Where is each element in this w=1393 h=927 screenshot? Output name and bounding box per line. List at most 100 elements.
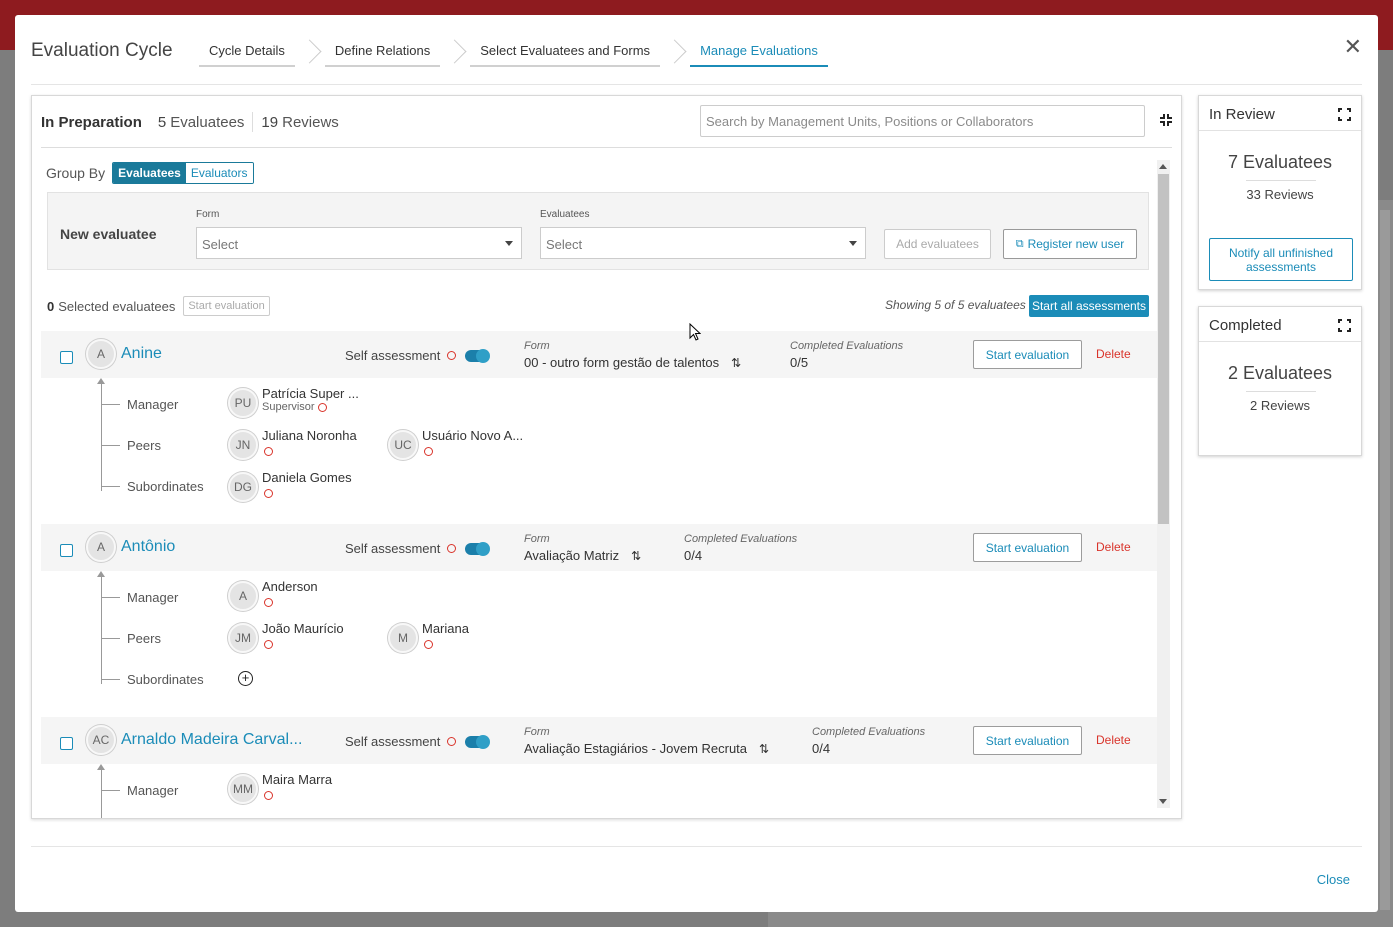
selected-label: Selected evaluatees (58, 298, 176, 314)
register-new-user-button[interactable]: ⧉ Register new user (1003, 229, 1137, 259)
start-evaluation-button[interactable]: Start evaluation (973, 533, 1082, 562)
expand-icon[interactable] (1338, 108, 1351, 121)
relations-tree: Manager Peers Subordinates PU Patrícia S… (41, 378, 1157, 524)
status-pending-icon (264, 598, 273, 607)
mouse-cursor-icon (689, 323, 701, 341)
completed-reviews: 2 Reviews (1250, 398, 1310, 413)
add-circle-icon[interactable]: + (238, 671, 253, 686)
status-pending-icon (424, 447, 433, 456)
swap-icon[interactable]: ⇅ (631, 549, 641, 563)
panel-divider (41, 147, 1172, 148)
status-pending-icon (317, 402, 327, 412)
group-by-label: Group By (46, 165, 106, 181)
completed-label: Completed Evaluations (790, 340, 904, 352)
self-assessment-toggle[interactable] (465, 348, 491, 363)
card-divider (1199, 341, 1361, 342)
relations-tree: Manager Peers Subordinates A Anderson JM… (41, 571, 1157, 717)
start-all-assessments-button[interactable]: Start all assessments (1029, 295, 1149, 317)
start-selected-evaluation-button[interactable]: Start evaluation (183, 296, 270, 316)
search-input[interactable] (700, 105, 1145, 137)
self-assessment-toggle[interactable] (465, 734, 491, 749)
collapse-icon[interactable] (1159, 113, 1173, 127)
step-chevron-icon (660, 39, 690, 67)
form-select-value: Select (202, 237, 239, 252)
scroll-up-icon[interactable] (1159, 164, 1167, 169)
evaluator-name: Juliana Noronha (262, 428, 357, 443)
add-evaluatees-button[interactable]: Add evaluatees (884, 229, 991, 259)
evaluatees-count-label: Evaluatees (170, 113, 245, 131)
step-manage-evaluations[interactable]: Manage Evaluations (690, 40, 828, 67)
evaluatee-name[interactable]: Anine (121, 345, 162, 363)
form-select[interactable]: Select (196, 227, 522, 259)
self-assessment-label: Self assessment (345, 348, 441, 363)
evaluation-cycle-modal: Evaluation Cycle Cycle Details Define Re… (15, 15, 1378, 912)
step-cycle-details[interactable]: Cycle Details (199, 40, 295, 67)
tree-branch (102, 486, 120, 487)
evaluator-name: Anderson (262, 579, 318, 594)
swap-icon[interactable]: ⇅ (759, 742, 769, 756)
step-define-relations[interactable]: Define Relations (324, 40, 441, 67)
scroll-down-icon[interactable] (1159, 799, 1167, 804)
completed-value: 0/5 (790, 355, 809, 370)
in-review-reviews: 33 Reviews (1246, 187, 1314, 202)
status-pending-icon (264, 640, 273, 649)
avatar: A (86, 339, 116, 369)
start-evaluation-button[interactable]: Start evaluation (973, 726, 1082, 755)
tree-branch (102, 597, 120, 598)
relation-label-manager: Manager (127, 590, 179, 605)
start-evaluation-button[interactable]: Start evaluation (973, 340, 1082, 369)
avatar: JN (228, 430, 258, 460)
evaluatee-name[interactable]: Antônio (121, 538, 175, 556)
form-info: Form 00 - outro form gestão de talentos ⇅ (524, 340, 741, 370)
caret-down-icon (849, 241, 857, 246)
external-link-icon: ⧉ (1015, 237, 1024, 250)
self-assessment-toggle[interactable] (465, 541, 491, 556)
evaluatees-field-label: Evaluatees (540, 209, 590, 220)
relation-label-manager: Manager (127, 397, 179, 412)
group-by-evaluators[interactable]: Evaluators (185, 163, 253, 183)
modal-title: Evaluation Cycle (31, 40, 173, 61)
swap-icon[interactable]: ⇅ (731, 356, 741, 370)
evaluatee-header: A Antônio Self assessment Form Avaliação… (41, 524, 1157, 571)
evaluatees-select[interactable]: Select (540, 227, 866, 259)
form-name: 00 - outro form gestão de talentos (524, 355, 720, 370)
scrollbar-thumb[interactable] (1158, 174, 1169, 524)
evaluator-role: Supervisor (262, 401, 327, 413)
delete-button[interactable]: Delete (1096, 540, 1131, 554)
vertical-scrollbar[interactable] (1157, 160, 1170, 808)
caret-down-icon (505, 241, 513, 246)
avatar: AC (86, 725, 116, 755)
evaluatees-scroll-area: Group By Evaluatees Evaluators New evalu… (41, 158, 1157, 818)
summary-divider (252, 112, 254, 132)
evaluatee-name[interactable]: Arnaldo Madeira Carval... (121, 731, 302, 749)
completed-info: Completed Evaluations 0/4 (812, 726, 925, 756)
tree-branch (102, 404, 120, 405)
step-select-evaluatees[interactable]: Select Evaluatees and Forms (470, 40, 661, 67)
notify-unfinished-button[interactable]: Notify all unfinished assessments (1209, 238, 1353, 281)
group-by-evaluatees[interactable]: Evaluatees (113, 163, 186, 183)
delete-button[interactable]: Delete (1096, 733, 1131, 747)
close-button[interactable]: Close (1317, 872, 1350, 887)
form-label: Form (524, 726, 550, 738)
evaluatee-checkbox[interactable] (60, 351, 73, 364)
showing-count-text: Showing 5 of 5 evaluatees (885, 298, 1026, 312)
status-pending-icon (264, 489, 273, 498)
step-chevron-icon (440, 39, 470, 67)
selected-count: 0 (47, 298, 55, 314)
expand-icon[interactable] (1338, 319, 1351, 332)
evaluatee-row: A Anine Self assessment Form 00 - outro … (41, 331, 1157, 524)
evaluatee-checkbox[interactable] (60, 544, 73, 557)
in-review-title: In Review (1209, 106, 1275, 123)
relation-label-subordinates: Subordinates (127, 672, 204, 687)
evaluatee-checkbox[interactable] (60, 737, 73, 750)
close-icon[interactable]: ✕ (1344, 35, 1362, 59)
form-info: Form Avaliação Estagiários - Jovem Recru… (524, 726, 769, 756)
self-assessment-control: Self assessment (345, 348, 491, 363)
tree-branch (102, 638, 120, 639)
delete-button[interactable]: Delete (1096, 347, 1131, 361)
completed-title: Completed (1209, 317, 1282, 334)
in-review-evaluatees: 7 Evaluatees (1227, 152, 1333, 172)
avatar: JM (228, 623, 258, 653)
relation-label-subordinates: Subordinates (127, 479, 204, 494)
wizard-steps: Cycle Details Define Relations Select Ev… (199, 39, 828, 67)
